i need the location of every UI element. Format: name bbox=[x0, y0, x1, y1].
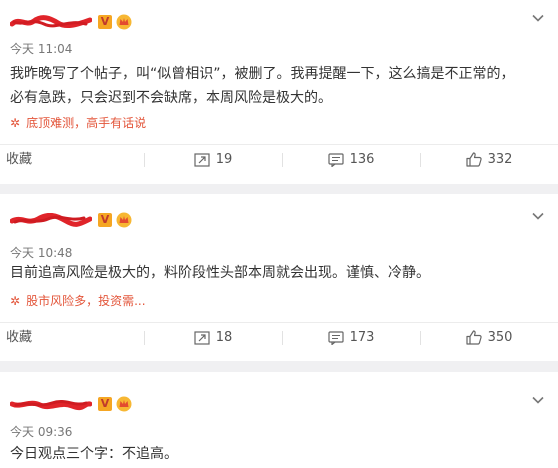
chevron-down-icon[interactable] bbox=[532, 14, 544, 22]
weibo-post: V 今天 09:36 今日观点三个字：不追高。 bbox=[0, 372, 558, 468]
verified-v-icon: V bbox=[98, 397, 112, 411]
crown-icon bbox=[116, 396, 132, 412]
weibo-post: V 今天 11:04 我昨晚写了个帖子，叫“似曾相识”，被删了。我再提醒一下，这… bbox=[0, 0, 558, 184]
post-content: 我昨晚写了个帖子，叫“似曾相识”，被删了。我再提醒一下，这么搞是不正常的， 必有… bbox=[10, 66, 515, 106]
crown-icon bbox=[116, 212, 132, 228]
comment-button[interactable]: 173 bbox=[282, 323, 420, 352]
weibo-post: V 今天 10:48 目前追高风险是极大的，料阶段性头部本周就会出现。谨慎、冷静… bbox=[0, 194, 558, 361]
thumbs-up-icon bbox=[465, 330, 482, 345]
asterisk-icon: ✲ bbox=[10, 116, 21, 130]
action-bar: 收藏 18 173 350 bbox=[0, 322, 558, 352]
comment-icon bbox=[327, 330, 344, 345]
post-time: 今天 09:36 bbox=[10, 425, 73, 439]
post-time: 今天 11:04 bbox=[10, 42, 73, 56]
post-source-link[interactable]: ✲ 股市风险多，投资需... bbox=[10, 293, 146, 309]
crown-icon bbox=[116, 14, 132, 30]
verified-v-icon: V bbox=[98, 213, 112, 227]
author-row: V bbox=[10, 392, 132, 416]
post-separator bbox=[0, 184, 558, 194]
repost-icon bbox=[194, 152, 210, 167]
redacted-username[interactable] bbox=[10, 15, 92, 29]
thumbs-up-icon bbox=[465, 152, 482, 167]
post-separator bbox=[0, 361, 558, 372]
comment-button[interactable]: 136 bbox=[282, 145, 420, 174]
post-content: 目前追高风险是极大的，料阶段性头部本周就会出现。谨慎、冷静。 bbox=[10, 265, 430, 281]
redacted-username[interactable] bbox=[10, 397, 92, 411]
action-bar: 收藏 19 136 332 bbox=[0, 144, 558, 174]
repost-button[interactable]: 18 bbox=[144, 323, 282, 352]
like-button[interactable]: 332 bbox=[420, 145, 558, 174]
author-row: V bbox=[10, 10, 132, 34]
author-row: V bbox=[10, 208, 132, 232]
asterisk-icon: ✲ bbox=[10, 294, 21, 308]
repost-icon bbox=[194, 330, 210, 345]
comment-icon bbox=[327, 152, 344, 167]
favorite-button[interactable]: 收藏 bbox=[0, 145, 144, 174]
post-source-link[interactable]: ✲ 底顶难测，高手有话说 bbox=[10, 115, 146, 131]
chevron-down-icon[interactable] bbox=[532, 396, 544, 404]
post-time: 今天 10:48 bbox=[10, 246, 73, 260]
chevron-down-icon[interactable] bbox=[532, 212, 544, 220]
redacted-username[interactable] bbox=[10, 213, 92, 227]
post-content: 今日观点三个字：不追高。 bbox=[10, 446, 178, 462]
like-button[interactable]: 350 bbox=[420, 323, 558, 352]
verified-v-icon: V bbox=[98, 15, 112, 29]
repost-button[interactable]: 19 bbox=[144, 145, 282, 174]
favorite-button[interactable]: 收藏 bbox=[0, 323, 144, 352]
